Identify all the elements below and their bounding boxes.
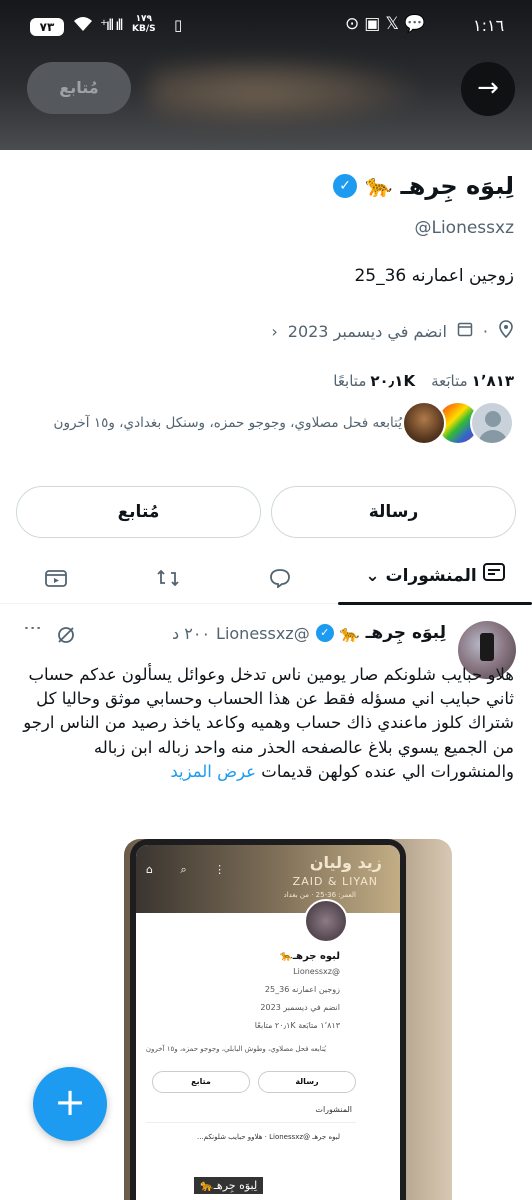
following-count: ١٬٨١٣ (471, 372, 514, 390)
plus-icon: + (54, 1080, 86, 1124)
tweet-time: ٢٠٠ د (172, 623, 211, 643)
profile-handle: @Lionessxz (414, 218, 514, 238)
chevron-left-icon[interactable]: ‹ (271, 322, 277, 341)
message-button[interactable]: رسالة (271, 486, 516, 538)
screen-banner-age: العمر: 36-25 · من بغداد (283, 891, 356, 899)
screen-avatar (304, 899, 348, 943)
tweet-author-name[interactable]: لِبوَه جِرهـ (366, 623, 446, 643)
tab-posts-label: المنشورات (385, 566, 477, 586)
follow-stats: ١٬٨١٣متابَعة ٢٠٫١Kمتابعًا (333, 372, 514, 390)
screen-handle: @Lionessxz (293, 967, 340, 976)
chevron-down-icon: ⌄ (365, 566, 380, 586)
location-dot: · (482, 321, 488, 341)
screen-message-button: رسالة (258, 1071, 356, 1093)
profile-tabs: المنشورات ⌄ (0, 548, 532, 605)
follower-avatars (402, 401, 514, 445)
screen-tabs: المنشورات (146, 1105, 356, 1123)
grok-icon[interactable] (56, 625, 76, 650)
screen-tweet-preview: لبوه جرهـ @Lionessxz · هلاوو حبايب شلونك… (196, 1133, 340, 1141)
profile-banner: ٧٣ ⁺ıll ıll ١٧٩ KB/S ▯ ⊙▣𝕏💬 ١:١٦ مُتابع … (0, 0, 532, 150)
verified-badge-icon[interactable]: ✓ (333, 174, 358, 198)
tab-posts[interactable]: المنشورات ⌄ (338, 548, 532, 605)
profile-bio: زوجين اعمارنه 36_25 (354, 266, 514, 286)
screen-joined: انضم في ديسمبر 2023 (260, 1003, 340, 1012)
screen-follow-button: متابع (152, 1071, 250, 1093)
tweet-text: هلاو حبايب شلونكم صار يومين ناس تدخل وعو… (14, 663, 514, 784)
avatar (402, 401, 446, 445)
followed-by-text: يُتابعه فحل مصلاوي، وجوجو حمزه، وسنكل بغ… (53, 415, 402, 431)
wifi-icon (72, 15, 94, 38)
followers-stat[interactable]: ٢٠٫١Kمتابعًا (333, 372, 415, 390)
joined-date: انضم في ديسمبر 2023 (287, 321, 447, 341)
screen-banner-subtitle: ZAID & LIYAN (292, 875, 378, 888)
follow-button[interactable]: مُتابع (16, 486, 261, 538)
avatar (470, 401, 514, 445)
screen-nav-icons: ⌂ ⌕ ⋮ (146, 863, 238, 876)
phone-screen: زيد وليان ZAID & LIYAN العمر: 36-25 · من… (136, 845, 400, 1200)
vibrate-icon: ▯ (174, 16, 183, 34)
battery-icon: ٧٣ (30, 18, 64, 36)
followers-label: متابعًا (333, 372, 367, 390)
network-speed: ١٧٩ KB/S (132, 14, 156, 34)
location-icon (498, 320, 514, 342)
compose-button[interactable]: + (33, 1067, 107, 1141)
profile-meta: · انضم في ديسمبر 2023 ‹ (271, 320, 514, 342)
reply-icon (269, 564, 291, 589)
leopard-emoji: 🐆 (339, 623, 360, 643)
verified-badge-icon: ✓ (315, 624, 334, 642)
follow-button-header[interactable]: مُتابع (27, 62, 131, 114)
back-button[interactable]: → (461, 62, 515, 116)
video-icon (44, 564, 68, 588)
x-icon: 𝕏 (385, 14, 405, 34)
screen-stats: ١٬٨١٣ متابَعة ٢٠٫١K متابعًا (254, 1021, 340, 1030)
following-label: متابَعة (431, 372, 468, 390)
screen-followed-by: يُتابعه فحل مصلاوي، وطوش البابلي، وجوجو … (145, 1045, 326, 1053)
speed-unit: KB/S (132, 24, 156, 34)
record-icon: ⊙ (345, 14, 365, 34)
banner-image (150, 58, 420, 128)
tab-reposts[interactable] (140, 548, 196, 604)
screen-name: لبوه جرهـ🐆 (280, 951, 340, 962)
more-options-icon[interactable]: ⋮ (22, 619, 43, 636)
profile-name: لِبوَه جِرهـ (400, 172, 514, 200)
screen-icon: ▣ (364, 14, 386, 34)
tweet-media-image[interactable]: زيد وليان ZAID & LIYAN العمر: 36-25 · من… (124, 839, 452, 1200)
screen-tab-posts: المنشورات (315, 1105, 352, 1114)
signal-icon: ⁺ıll ıll (100, 16, 124, 34)
tweet-header: لِبوَه جِرهـ 🐆 ✓ @Lionessxz ٢٠٠ د (172, 623, 446, 643)
following-stat[interactable]: ١٬٨١٣متابَعة (431, 372, 514, 390)
timeline-icon (482, 548, 505, 604)
profile-name-row: لِبوَه جِرهـ 🐆 ✓ (333, 168, 514, 204)
tab-media[interactable] (28, 548, 84, 604)
video-caption: لِبوَه جِرهـ🐆 (194, 1177, 264, 1194)
screen-bio: زوجين اعمارنه 36_25 (264, 985, 340, 994)
screen-banner-title: زيد وليان (309, 853, 382, 872)
tweet-body: هلاو حبايب شلونكم صار يومين ناس تدخل وعو… (23, 665, 514, 781)
leopard-emoji: 🐆 (365, 173, 393, 199)
notification-icons: ⊙▣𝕏💬 (345, 14, 430, 34)
followed-by-row[interactable]: يُتابعه فحل مصلاوي، وجوجو حمزه، وسنكل بغ… (18, 398, 514, 448)
calendar-icon (457, 321, 473, 341)
followers-count: ٢٠٫١K (370, 372, 416, 390)
profile-actions: مُتابع رسالة (16, 486, 516, 538)
phone-photo: زيد وليان ZAID & LIYAN العمر: 36-25 · من… (130, 839, 406, 1200)
status-bar: ٧٣ ⁺ıll ıll ١٧٩ KB/S ▯ ⊙▣𝕏💬 ١:١٦ (0, 0, 532, 52)
screen-banner: زيد وليان ZAID & LIYAN العمر: 36-25 · من… (136, 845, 400, 913)
arrow-right-icon: → (477, 73, 499, 103)
tweet-author-handle: @Lionessxz (216, 623, 310, 643)
chat-icon: 💬 (404, 14, 431, 34)
speed-value: ١٧٩ (135, 14, 153, 24)
clock: ١:١٦ (473, 16, 505, 35)
repost-icon (156, 564, 180, 588)
tab-replies[interactable] (252, 548, 308, 604)
show-more-link[interactable]: عرض المزيد (170, 762, 256, 781)
screen-buttons: متابع رسالة (152, 1071, 356, 1093)
